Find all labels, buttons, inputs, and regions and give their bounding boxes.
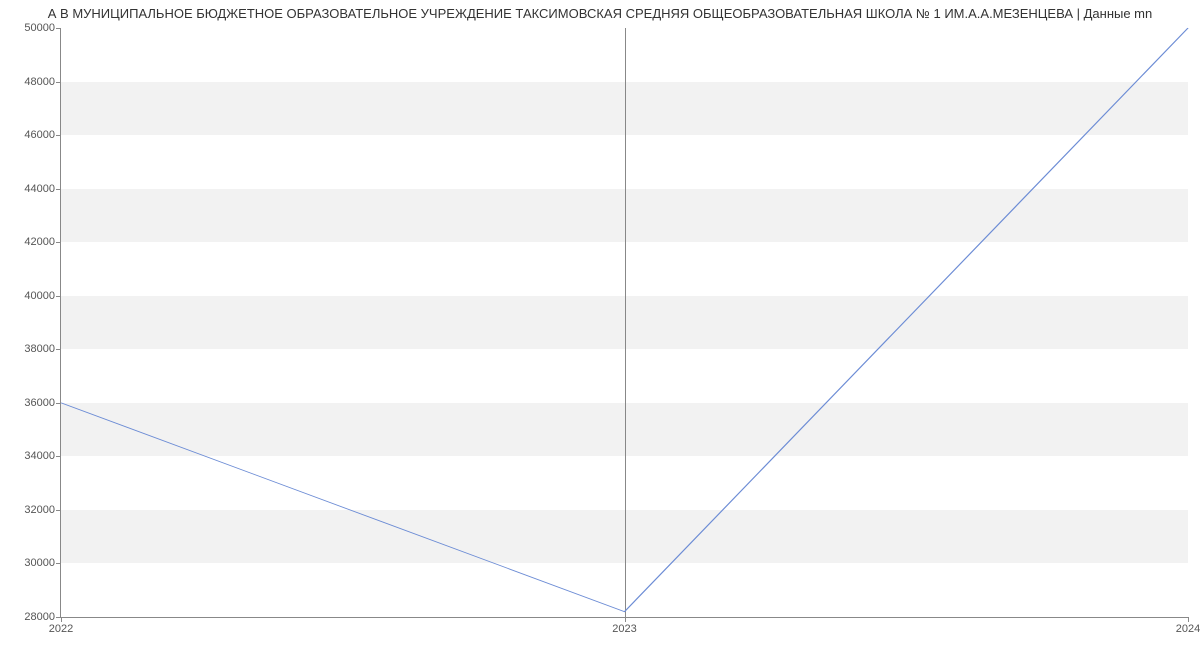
y-tick-label: 30000 [24, 557, 61, 569]
y-tick-label: 48000 [24, 76, 61, 88]
y-tick-label: 42000 [24, 236, 61, 248]
plot-region: 2800030000320003400036000380004000042000… [60, 28, 1188, 618]
y-tick-label: 44000 [24, 183, 61, 195]
y-tick-label: 38000 [24, 343, 61, 355]
y-tick-label: 36000 [24, 397, 61, 409]
chart-title: А В МУНИЦИПАЛЬНОЕ БЮДЖЕТНОЕ ОБРАЗОВАТЕЛЬ… [0, 0, 1200, 21]
chart-plot-area: 2800030000320003400036000380004000042000… [60, 28, 1188, 618]
y-tick-label: 34000 [24, 450, 61, 462]
x-tick-label: 2022 [49, 617, 73, 635]
y-tick-label: 50000 [24, 22, 61, 34]
x-tick-label: 2023 [612, 617, 636, 635]
y-tick-label: 40000 [24, 290, 61, 302]
y-tick-label: 46000 [24, 129, 61, 141]
y-tick-label: 32000 [24, 504, 61, 516]
line-series [61, 28, 1188, 617]
x-tick-label: 2024 [1176, 617, 1200, 635]
